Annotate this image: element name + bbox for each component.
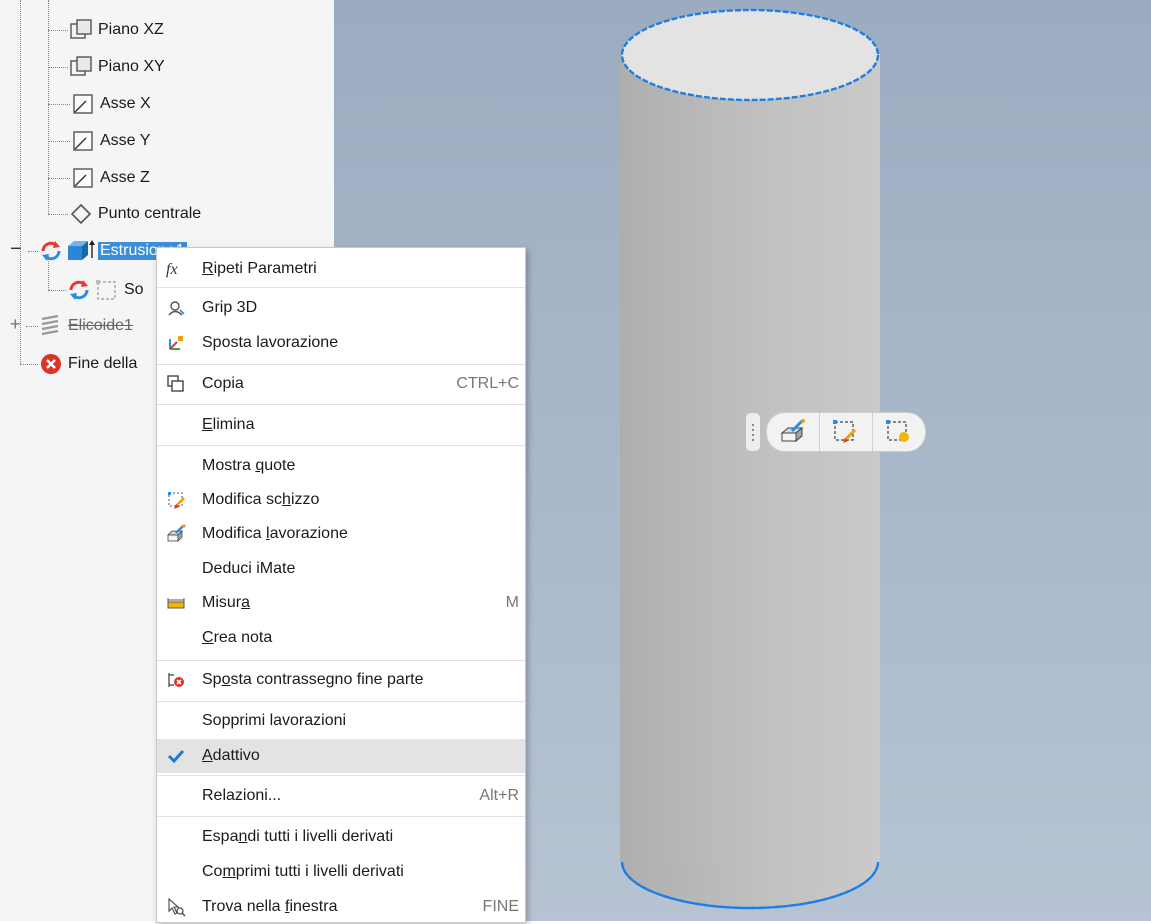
edit-sketch-button[interactable] xyxy=(820,413,873,451)
checkmark-icon xyxy=(165,745,187,767)
grip-3d-icon xyxy=(165,297,187,319)
tree-item-piano-xy[interactable]: Piano XY xyxy=(68,52,167,82)
plane-icon xyxy=(68,17,94,43)
edit-extrusion-button[interactable] xyxy=(767,413,820,451)
expand-toggle[interactable]: + xyxy=(10,314,21,335)
tree-item-fine-della-parte[interactable]: Fine della xyxy=(38,349,139,379)
update-icon xyxy=(66,277,92,303)
axis-icon xyxy=(70,91,96,117)
move-feature-icon xyxy=(165,332,187,354)
menu-item-ripeti-parametri[interactable]: fx Ripeti Parametri xyxy=(157,252,525,286)
tree-item-asse-y[interactable]: Asse Y xyxy=(70,126,152,156)
tree-item-schizzo[interactable]: So xyxy=(66,275,146,305)
edit-sketch-icon xyxy=(833,420,857,443)
context-menu: fx Ripeti Parametri Grip 3D Sposta lavor… xyxy=(156,247,526,923)
menu-item-misura[interactable]: Misura M xyxy=(157,586,525,620)
svg-text:fx: fx xyxy=(166,261,178,278)
center-point-icon xyxy=(68,201,94,227)
axis-icon xyxy=(70,165,96,191)
create-sketch-button[interactable] xyxy=(873,413,925,451)
menu-item-crea-nota[interactable]: Crea nota xyxy=(157,621,525,655)
tree-item-label: Elicoide1 xyxy=(68,317,133,334)
tree-item-piano-xz[interactable]: Piano XZ xyxy=(68,15,166,45)
sketch-icon xyxy=(94,277,120,303)
menu-item-sposta-lavorazione[interactable]: Sposta lavorazione xyxy=(157,326,525,360)
tree-item-label: So xyxy=(124,281,144,298)
tree-item-label: Piano XZ xyxy=(98,21,164,38)
edit-sketch-icon xyxy=(165,489,187,511)
tree-item-label: Asse X xyxy=(100,95,151,112)
copy-icon xyxy=(165,373,187,395)
find-in-window-icon xyxy=(165,896,187,918)
end-of-part-icon xyxy=(38,351,64,377)
tree-item-label: Asse Y xyxy=(100,132,151,149)
coil-icon xyxy=(38,313,64,339)
axis-icon xyxy=(70,128,96,154)
menu-item-adattivo[interactable]: Adattivo xyxy=(157,739,525,773)
create-sketch-icon xyxy=(886,420,909,442)
extrusion-icon xyxy=(66,238,96,264)
menu-item-trova-nella-finestra[interactable]: Trova nella finestra FINE xyxy=(157,890,525,924)
update-icon xyxy=(38,238,64,264)
menu-item-elimina[interactable]: Elimina xyxy=(157,408,525,442)
menu-item-sposta-contrassegno[interactable]: Sposta contrassegno fine parte xyxy=(157,663,525,697)
grip-handle[interactable] xyxy=(746,413,760,451)
tree-item-label: Asse Z xyxy=(100,169,150,186)
menu-item-deduci-imate[interactable]: Deduci iMate xyxy=(157,552,525,586)
tree-item-asse-x[interactable]: Asse X xyxy=(70,89,153,119)
menu-item-modifica-schizzo[interactable]: Modifica schizzo xyxy=(157,483,525,517)
fx-icon: fx xyxy=(165,258,187,280)
measure-icon xyxy=(165,592,187,614)
menu-item-relazioni[interactable]: Relazioni... Alt+R xyxy=(157,779,525,813)
move-eop-icon xyxy=(165,669,187,691)
mini-toolbar xyxy=(746,412,926,452)
collapse-toggle[interactable]: − xyxy=(10,238,22,261)
plane-icon xyxy=(68,54,94,80)
tree-item-asse-z[interactable]: Asse Z xyxy=(70,163,152,193)
tree-item-elicoide1[interactable]: Elicoide1 xyxy=(38,311,135,341)
menu-item-sopprimi-lavorazioni[interactable]: Sopprimi lavorazioni xyxy=(157,704,525,738)
tree-item-label: Piano XY xyxy=(98,58,165,75)
tree-item-label: Punto centrale xyxy=(98,205,202,222)
menu-item-modifica-lavorazione[interactable]: Modifica lavorazione xyxy=(157,517,525,551)
edit-feature-icon xyxy=(165,523,187,545)
tree-item-punto-centrale[interactable]: Punto centrale xyxy=(68,199,203,229)
menu-item-comprimi-livelli[interactable]: Comprimi tutti i livelli derivati xyxy=(157,855,525,889)
menu-item-mostra-quote[interactable]: Mostra quote xyxy=(157,449,525,483)
edit-feature-icon xyxy=(780,419,805,443)
menu-item-grip-3d[interactable]: Grip 3D xyxy=(157,291,525,325)
menu-item-espandi-livelli[interactable]: Espandi tutti i livelli derivati xyxy=(157,820,525,854)
tree-item-label: Fine della xyxy=(68,355,138,372)
menu-item-copia[interactable]: Copia CTRL+C xyxy=(157,367,525,401)
